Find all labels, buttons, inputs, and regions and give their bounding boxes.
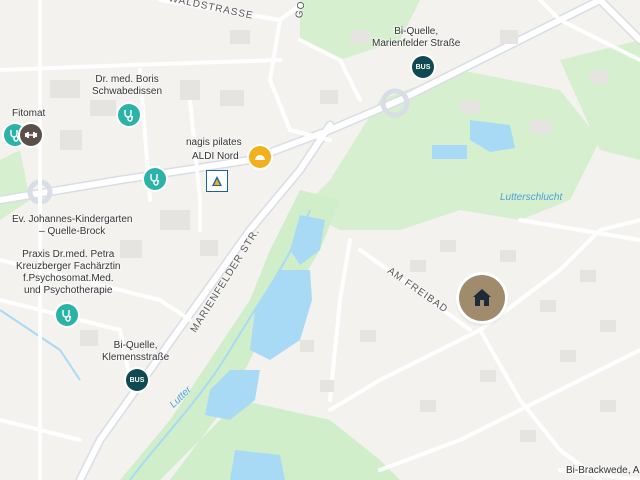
stethoscope-icon[interactable]	[118, 104, 140, 126]
dumbbell-icon[interactable]	[20, 124, 42, 146]
bus-stop-icon[interactable]: BUS	[412, 56, 434, 78]
poi-label-bi-quelle-marienfelder[interactable]: Bi-Quelle, Marienfelder Straße	[372, 26, 460, 50]
poi-label-bi-quelle-klemens[interactable]: Bi-Quelle, Klemensstraße	[102, 340, 169, 364]
poi-label-fitomat[interactable]: Fitomat	[12, 108, 45, 120]
poi-label-kindergarten[interactable]: Ev. Johannes-Kindergarten – Quelle-Brock	[12, 214, 132, 238]
poi-label-aldi[interactable]: ALDI Nord	[192, 151, 239, 163]
water-label-lutterschlucht: Lutterschlucht	[500, 192, 563, 203]
poi-label-dr-boris[interactable]: Dr. med. Boris Schwabedissen	[92, 74, 162, 98]
bus-stop-icon[interactable]: BUS	[126, 369, 148, 391]
pool-2	[432, 145, 467, 159]
home-icon[interactable]	[459, 275, 505, 321]
bus-label: BUS	[415, 63, 431, 71]
poi-label-praxis[interactable]: Praxis Dr.med. Petra Kreuzberger Fachärz…	[16, 249, 121, 297]
shopping-cart-icon[interactable]	[206, 170, 228, 192]
stethoscope-icon[interactable]	[144, 168, 166, 190]
pilates-icon[interactable]	[249, 146, 271, 168]
bus-label: BUS	[129, 376, 145, 384]
map-canvas[interactable]	[0, 0, 640, 480]
stethoscope-icon[interactable]	[56, 304, 78, 326]
poi-label-bi-brackwede[interactable]: Bi-Brackwede, A	[566, 465, 639, 477]
poi-label-nagis-pilates[interactable]: nagis pilates	[186, 137, 242, 149]
